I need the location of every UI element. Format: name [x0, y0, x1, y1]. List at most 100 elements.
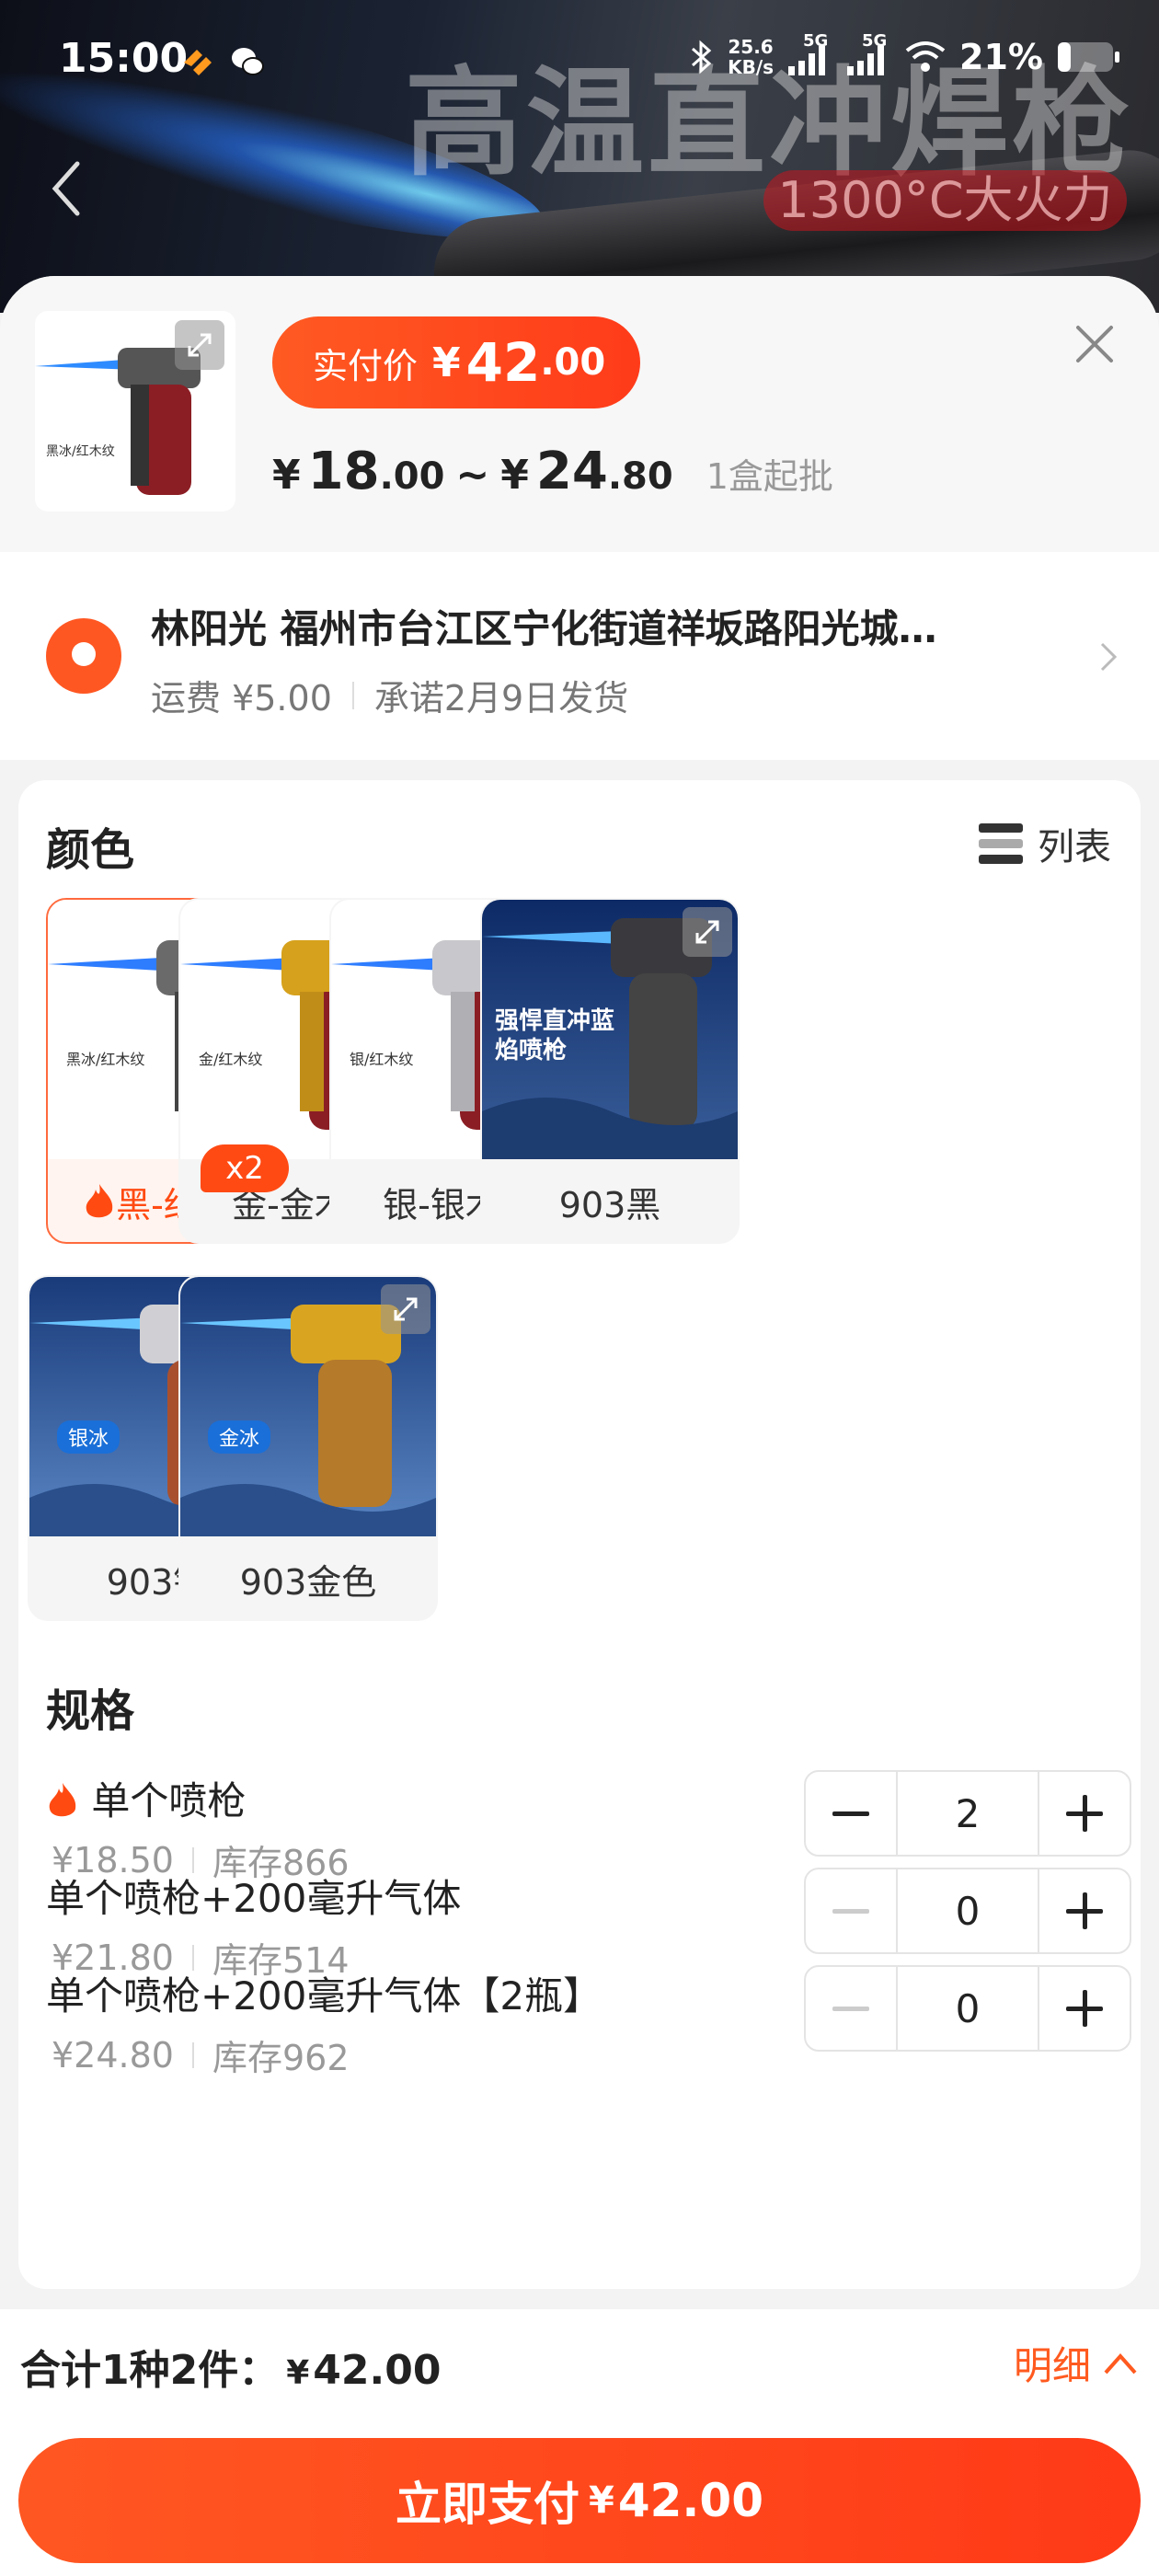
spec-item-meta: ¥24.80 库存962 [52, 2030, 350, 2080]
spec-item-with-gas-2: 单个喷枪+200毫升气体【2瓶】 ¥24.80 库存962 0 [46, 1965, 1131, 2103]
chevron-right-icon [1100, 642, 1118, 672]
color-image-title: 强悍直冲蓝焰喷枪 [495, 1007, 615, 1064]
pay-now-label: 立即支付 [396, 2478, 580, 2531]
list-view-toggle[interactable]: 列表 [979, 817, 1111, 870]
price-range: ¥ 18 .00 ~ ¥ 24 .80 1盒起批 [272, 442, 833, 501]
min-order: 1盒起批 [706, 456, 833, 497]
color-image: 金冰 [180, 1277, 436, 1536]
range-high-dec: .80 [607, 455, 673, 498]
expand-icon[interactable] [683, 907, 732, 957]
quantity-value[interactable]: 0 [896, 1967, 1039, 2050]
fire-icon [49, 1783, 76, 1817]
plus-icon-vertical [1082, 1795, 1087, 1832]
minus-icon [832, 1811, 869, 1816]
spec-item-name: 单个喷枪+200毫升气体【2瓶】 [46, 1973, 602, 2018]
signal-icon-1: 5G [786, 31, 832, 75]
total-amount: 42.00 [313, 2347, 442, 2394]
product-thumbnail[interactable]: 黑冰/红木纹 [35, 311, 235, 512]
pay-price-int: 42 [465, 331, 541, 394]
divider [351, 681, 354, 709]
app-notification-icon [184, 50, 212, 75]
total-label: 合计1种2件： [20, 2347, 280, 2394]
chevron-up-icon [1104, 2352, 1137, 2374]
thumb-tag: 黑冰/红木纹 [46, 444, 115, 459]
increment-button[interactable] [1039, 1967, 1130, 2050]
ship-promise: 承诺2月9日发货 [373, 678, 629, 719]
range-currency-2: ¥ [500, 452, 529, 499]
address-main: 林阳光 福州市台江区宁化街道祥坂路阳光城… [151, 606, 937, 651]
battery-percent: 21% [959, 37, 1043, 77]
banner-tag: 1300°C大火力 [763, 170, 1127, 231]
color-image-tag: 金冰 [208, 1420, 271, 1454]
options-card: 颜色 列表 黑冰/红木纹 黑-红木纹 [18, 780, 1141, 2289]
range-high-int: 24 [535, 442, 608, 501]
plus-icon-vertical [1082, 1990, 1087, 2027]
detail-toggle[interactable]: 明细 [1014, 2335, 1139, 2391]
status-bar: 15:00 25.6 KB/s 5G 5G 21% [0, 0, 1159, 120]
color-image-tag: 黑冰/红木纹 [66, 1051, 145, 1068]
spec-item-name-text: 单个喷枪 [91, 1778, 247, 1823]
decrement-button[interactable] [806, 1772, 896, 1855]
pay-now-amount: 42.00 [617, 2474, 763, 2527]
increment-button[interactable] [1039, 1772, 1130, 1855]
location-pin-icon [46, 618, 121, 694]
total-currency: ¥ [286, 2354, 310, 2392]
minus-icon [832, 2006, 869, 2011]
quantity-stepper[interactable]: 0 [804, 1868, 1131, 1954]
detail-label: 明细 [1014, 2343, 1092, 2388]
net-speed-unit: KB/s [728, 56, 775, 78]
sku-sheet: 黑冰/红木纹 实付价 ¥ 42 .00 ¥ 18 .00 ~ ¥ 24 .80 … [0, 276, 1159, 2576]
back-icon[interactable] [48, 156, 85, 221]
expand-icon[interactable] [381, 1284, 430, 1334]
range-low-int: 18 [307, 442, 380, 501]
decrement-button[interactable] [806, 1967, 896, 2050]
color-image-tag: 银/红木纹 [350, 1051, 414, 1068]
pay-price-label: 实付价 [313, 345, 419, 386]
color-image: 强悍直冲蓝焰喷枪 [482, 900, 738, 1159]
net-speed-value: 25.6 [728, 36, 774, 58]
net-speed: 25.6 KB/s [728, 37, 774, 77]
increment-button[interactable] [1039, 1869, 1130, 1952]
list-toggle-label: 列表 [1038, 826, 1111, 868]
battery-icon [1058, 42, 1119, 72]
quantity-stepper[interactable]: 0 [804, 1965, 1131, 2052]
color-option-label: 903金色 [239, 1561, 377, 1603]
spec-item-price: ¥24.80 [52, 2034, 174, 2076]
status-right: 25.6 KB/s 5G 5G 21% [689, 31, 1122, 77]
quantity-value[interactable]: 0 [896, 1869, 1039, 1952]
pay-price-currency: ¥ [432, 339, 461, 386]
expand-icon[interactable] [175, 320, 224, 370]
status-time: 15:00 [59, 35, 189, 82]
color-option-903-black[interactable]: 强悍直冲蓝焰喷枪 903黑 [480, 898, 740, 1244]
bluetooth-icon [692, 40, 712, 75]
color-image-tag: 金/红木纹 [199, 1051, 263, 1068]
signal-icon-2: 5G [845, 31, 891, 75]
pay-now-button[interactable]: 立即支付 ¥ 42.00 [18, 2438, 1141, 2563]
list-icon [979, 823, 1023, 864]
spec-item-name: 单个喷枪+200毫升气体 [46, 1876, 462, 1921]
spec-section-title: 规格 [46, 1685, 135, 1737]
fire-icon [86, 1184, 113, 1218]
address-row[interactable]: 林阳光 福州市台江区宁化街道祥坂路阳光城… 运费 ¥5.00 承诺2月9日发货 [0, 552, 1159, 760]
color-option-label: 903黑 [558, 1184, 661, 1225]
color-section-title: 颜色 [46, 824, 135, 876]
wifi-icon [905, 41, 946, 72]
close-icon[interactable] [1071, 320, 1119, 368]
checkout-footer: 合计1种2件： ¥ 42.00 明细 立即支付 ¥ 42.00 [0, 2309, 1159, 2576]
spec-item-stock: 库存962 [212, 2038, 350, 2078]
decrement-button[interactable] [806, 1869, 896, 1952]
total-summary: 合计1种2件： ¥ 42.00 [20, 2337, 441, 2396]
pay-price-pill: 实付价 ¥ 42 .00 [272, 316, 640, 408]
range-currency-1: ¥ [272, 452, 301, 499]
range-separator: ~ [455, 452, 490, 499]
selected-count-badge: x2 [201, 1144, 289, 1192]
pay-now-currency: ¥ [589, 2479, 614, 2522]
quantity-stepper[interactable]: 2 [804, 1770, 1131, 1857]
quantity-value[interactable]: 2 [896, 1772, 1039, 1855]
color-option-903-gold[interactable]: 金冰 903金色 [178, 1275, 438, 1621]
range-low-dec: .00 [379, 455, 445, 498]
pay-price-dec: .00 [540, 341, 606, 384]
wechat-icon [232, 48, 264, 75]
spec-item-name: 单个喷枪 [46, 1770, 246, 1826]
sheet-header: 黑冰/红木纹 实付价 ¥ 42 .00 ¥ 18 .00 ~ ¥ 24 .80 … [0, 276, 1159, 552]
